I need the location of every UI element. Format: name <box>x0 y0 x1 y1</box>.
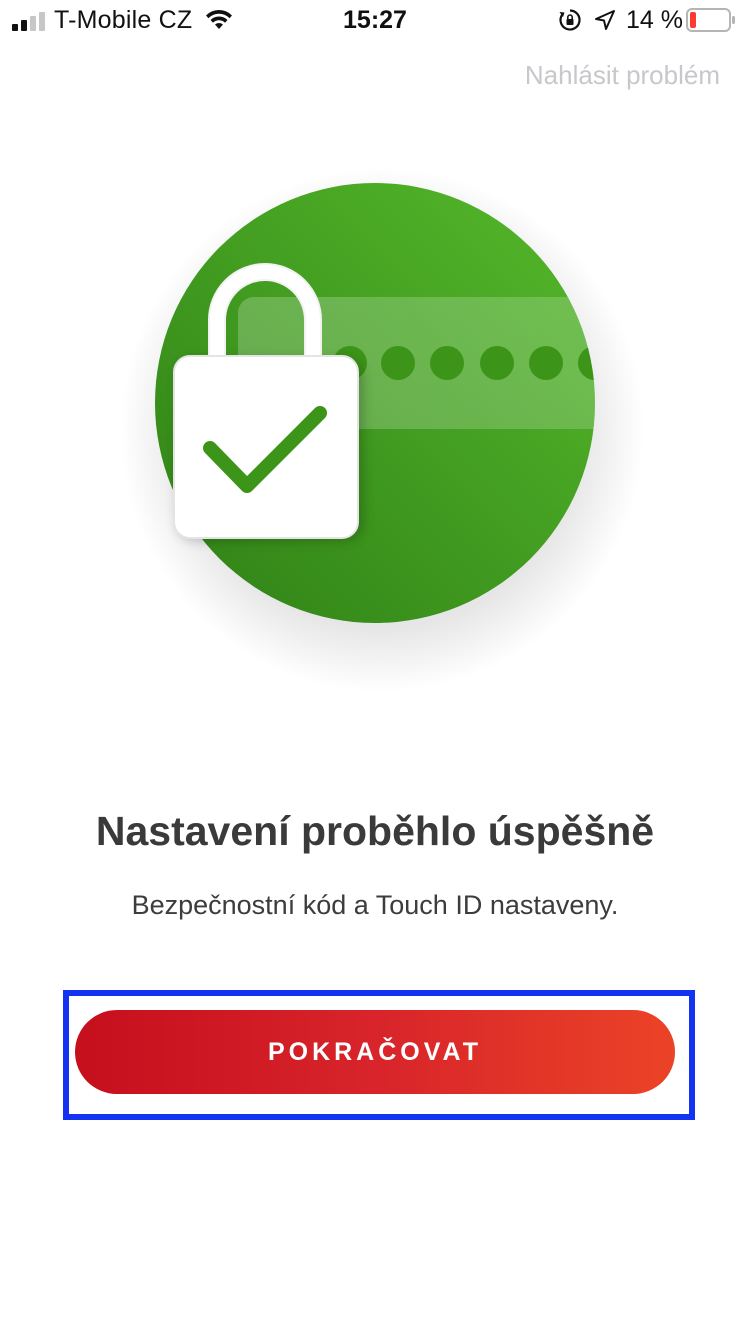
password-dot <box>480 346 514 380</box>
password-dot <box>430 346 464 380</box>
continue-button[interactable]: POKRAČOVAT <box>75 1010 675 1094</box>
battery-percent: 14 % <box>626 6 683 34</box>
password-dot <box>381 346 415 380</box>
padlock-check-icon <box>120 168 644 690</box>
rotation-lock-icon <box>559 9 581 31</box>
password-dot <box>529 346 563 380</box>
app-screen: T-Mobile CZ 15:27 14 % Nahlásit problém <box>0 0 750 1334</box>
location-arrow-icon <box>595 10 615 30</box>
page-subtitle: Bezpečnostní kód a Touch ID nastaveny. <box>131 890 619 920</box>
battery-icon <box>686 8 735 32</box>
report-problem-link[interactable]: Nahlásit problém <box>525 60 720 91</box>
page-title: Nastavení proběhlo úspěšně <box>95 808 655 854</box>
status-bar: T-Mobile CZ 15:27 14 % <box>0 0 750 40</box>
